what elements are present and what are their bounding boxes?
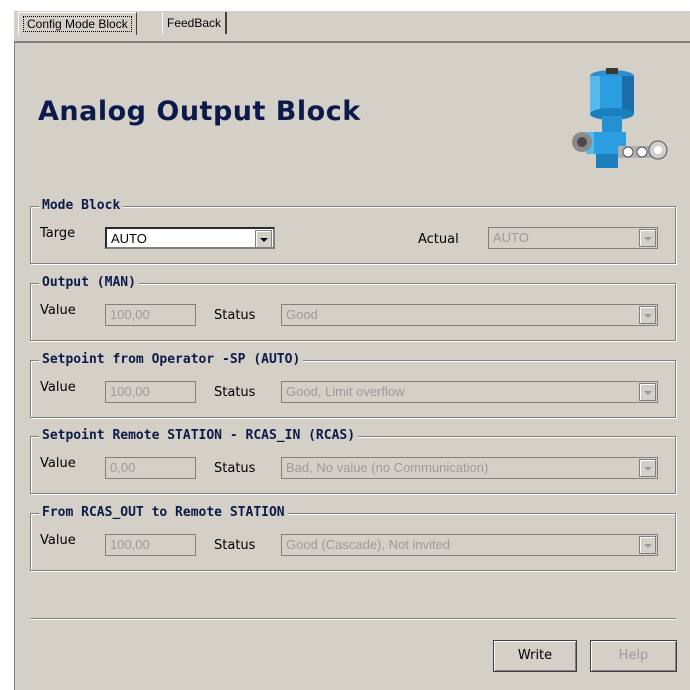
panel-border <box>14 41 690 43</box>
chevron-down-icon <box>639 229 656 247</box>
setpoint-status-value: Good, Limit overflow <box>286 384 405 399</box>
rcas-out-value: 100,00 <box>110 537 150 552</box>
tab-config-mode-block[interactable]: Config Mode Block <box>18 12 137 35</box>
rcas-out-legend: From RCAS_OUT to Remote STATION <box>39 505 288 520</box>
help-button[interactable]: Help <box>590 640 677 672</box>
setpoint-value-field: 100,00 <box>105 381 196 403</box>
setpoint-value: 100,00 <box>110 384 150 399</box>
target-mode-value: AUTO <box>111 231 147 246</box>
output-status-value: Good <box>286 307 318 322</box>
chevron-down-icon <box>639 536 656 554</box>
valve-actuator-icon <box>572 68 668 168</box>
tab-feedback[interactable]: FeedBack <box>162 12 228 34</box>
rcas-in-status-select: Bad, No value (no Communication) <box>281 457 658 479</box>
chevron-down-icon <box>639 459 656 477</box>
output-value-field: 100,00 <box>105 304 196 326</box>
target-mode-select[interactable]: AUTO <box>105 227 275 249</box>
chevron-down-icon <box>639 383 656 401</box>
tab-strip: Config Mode Block FeedBack <box>0 0 690 42</box>
rcas-in-value: 0,00 <box>110 460 136 475</box>
output-status-select: Good <box>281 304 658 326</box>
output-value: 100,00 <box>110 307 150 322</box>
rcas-out-status-select: Good (Cascade), Not invited <box>281 534 658 556</box>
value-label: Value <box>40 303 76 318</box>
setpoint-status-select: Good, Limit overflow <box>281 381 658 403</box>
actual-label: Actual <box>418 232 459 247</box>
target-label: Targe <box>40 226 76 241</box>
actual-mode-value: AUTO <box>493 230 529 245</box>
value-label: Value <box>40 533 76 548</box>
mode-block-legend: Mode Block <box>39 198 124 213</box>
value-label: Value <box>40 380 76 395</box>
rcas-in-status-value: Bad, No value (no Communication) <box>286 460 489 475</box>
actual-mode-select: AUTO <box>488 227 658 249</box>
chevron-down-icon[interactable] <box>255 230 272 247</box>
setpoint-remote-legend: Setpoint Remote STATION - RCAS_IN (RCAS) <box>39 428 359 443</box>
tab-label: Config Mode Block <box>23 16 132 32</box>
chevron-down-icon <box>639 306 656 324</box>
setpoint-operator-legend: Setpoint from Operator -SP (AUTO) <box>39 352 304 367</box>
page-title: Analog Output Block <box>38 96 361 127</box>
rcas-in-value-field: 0,00 <box>105 457 196 479</box>
status-label: Status <box>214 385 256 400</box>
status-label: Status <box>214 461 256 476</box>
status-label: Status <box>214 538 256 553</box>
rcas-out-status-value: Good (Cascade), Not invited <box>286 537 451 552</box>
divider <box>30 618 676 620</box>
rcas-out-value-field: 100,00 <box>105 534 196 556</box>
value-label: Value <box>40 456 76 471</box>
status-label: Status <box>214 308 256 323</box>
output-man-legend: Output (MAN) <box>39 275 139 290</box>
tab-label: FeedBack <box>167 16 222 30</box>
write-button[interactable]: Write <box>493 640 577 672</box>
